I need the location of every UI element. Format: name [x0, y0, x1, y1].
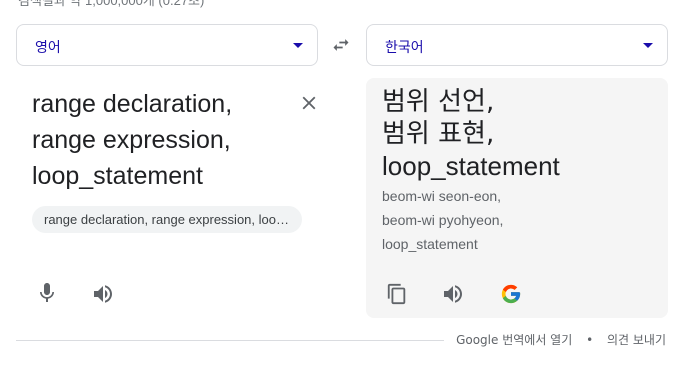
source-language-select[interactable]: 영어	[16, 24, 318, 66]
swap-arrows-icon	[333, 39, 349, 51]
transliteration-line: beom-wi pyohyeon,	[382, 212, 504, 228]
source-text-line: loop_statement	[32, 162, 203, 190]
source-text[interactable]: range declaration, range expression, loo…	[32, 86, 282, 194]
source-language-label: 영어	[35, 40, 61, 56]
google-translate-button[interactable]	[498, 281, 524, 307]
microphone-icon	[40, 283, 54, 302]
source-listen-button[interactable]	[90, 281, 116, 307]
transliteration-line: loop_statement	[382, 236, 478, 252]
transliteration-line: beom-wi seon-eon,	[382, 188, 502, 204]
google-logo-icon	[501, 284, 521, 304]
results-count-text: 검색결과 약 1,000,000개 (0.27초)	[18, 0, 205, 8]
close-icon	[302, 96, 316, 110]
chevron-down-icon	[293, 43, 303, 48]
translation-line: 범위 표현,	[382, 119, 495, 149]
translation-panel: 범위 선언, 범위 표현, loop_statement beom-wi seo…	[366, 78, 668, 318]
footer-separator: •	[586, 333, 594, 347]
clear-text-button[interactable]	[298, 92, 320, 114]
source-text-line: range declaration,	[32, 90, 233, 118]
transliteration-text: beom-wi seon-eon, beom-wi pyohyeon, loop…	[382, 184, 662, 256]
footer-links: Google 번역에서 열기 • 의견 보내기	[456, 331, 666, 348]
chevron-down-icon	[643, 43, 653, 48]
target-language-select[interactable]: 한국어	[366, 24, 668, 66]
send-feedback-link[interactable]: 의견 보내기	[607, 333, 666, 347]
suggestion-chip[interactable]: range declaration, range expression, loo…	[32, 206, 302, 233]
target-language-label: 한국어	[385, 40, 424, 56]
translation-line: loop_statement	[382, 151, 560, 181]
open-in-google-translate-link[interactable]: Google 번역에서 열기	[456, 333, 572, 347]
speaker-icon	[444, 285, 462, 303]
source-text-line: range expression,	[32, 126, 231, 154]
voice-input-button[interactable]	[34, 280, 60, 306]
translation-text: 범위 선언, 범위 표현, loop_statement	[382, 86, 662, 182]
copy-translation-button[interactable]	[384, 281, 410, 307]
speaker-icon	[94, 285, 112, 303]
translation-line: 범위 선언,	[382, 87, 495, 117]
copy-icon	[387, 283, 406, 305]
footer-divider	[16, 340, 444, 341]
translation-listen-button[interactable]	[440, 281, 466, 307]
swap-languages-button[interactable]	[330, 34, 352, 56]
